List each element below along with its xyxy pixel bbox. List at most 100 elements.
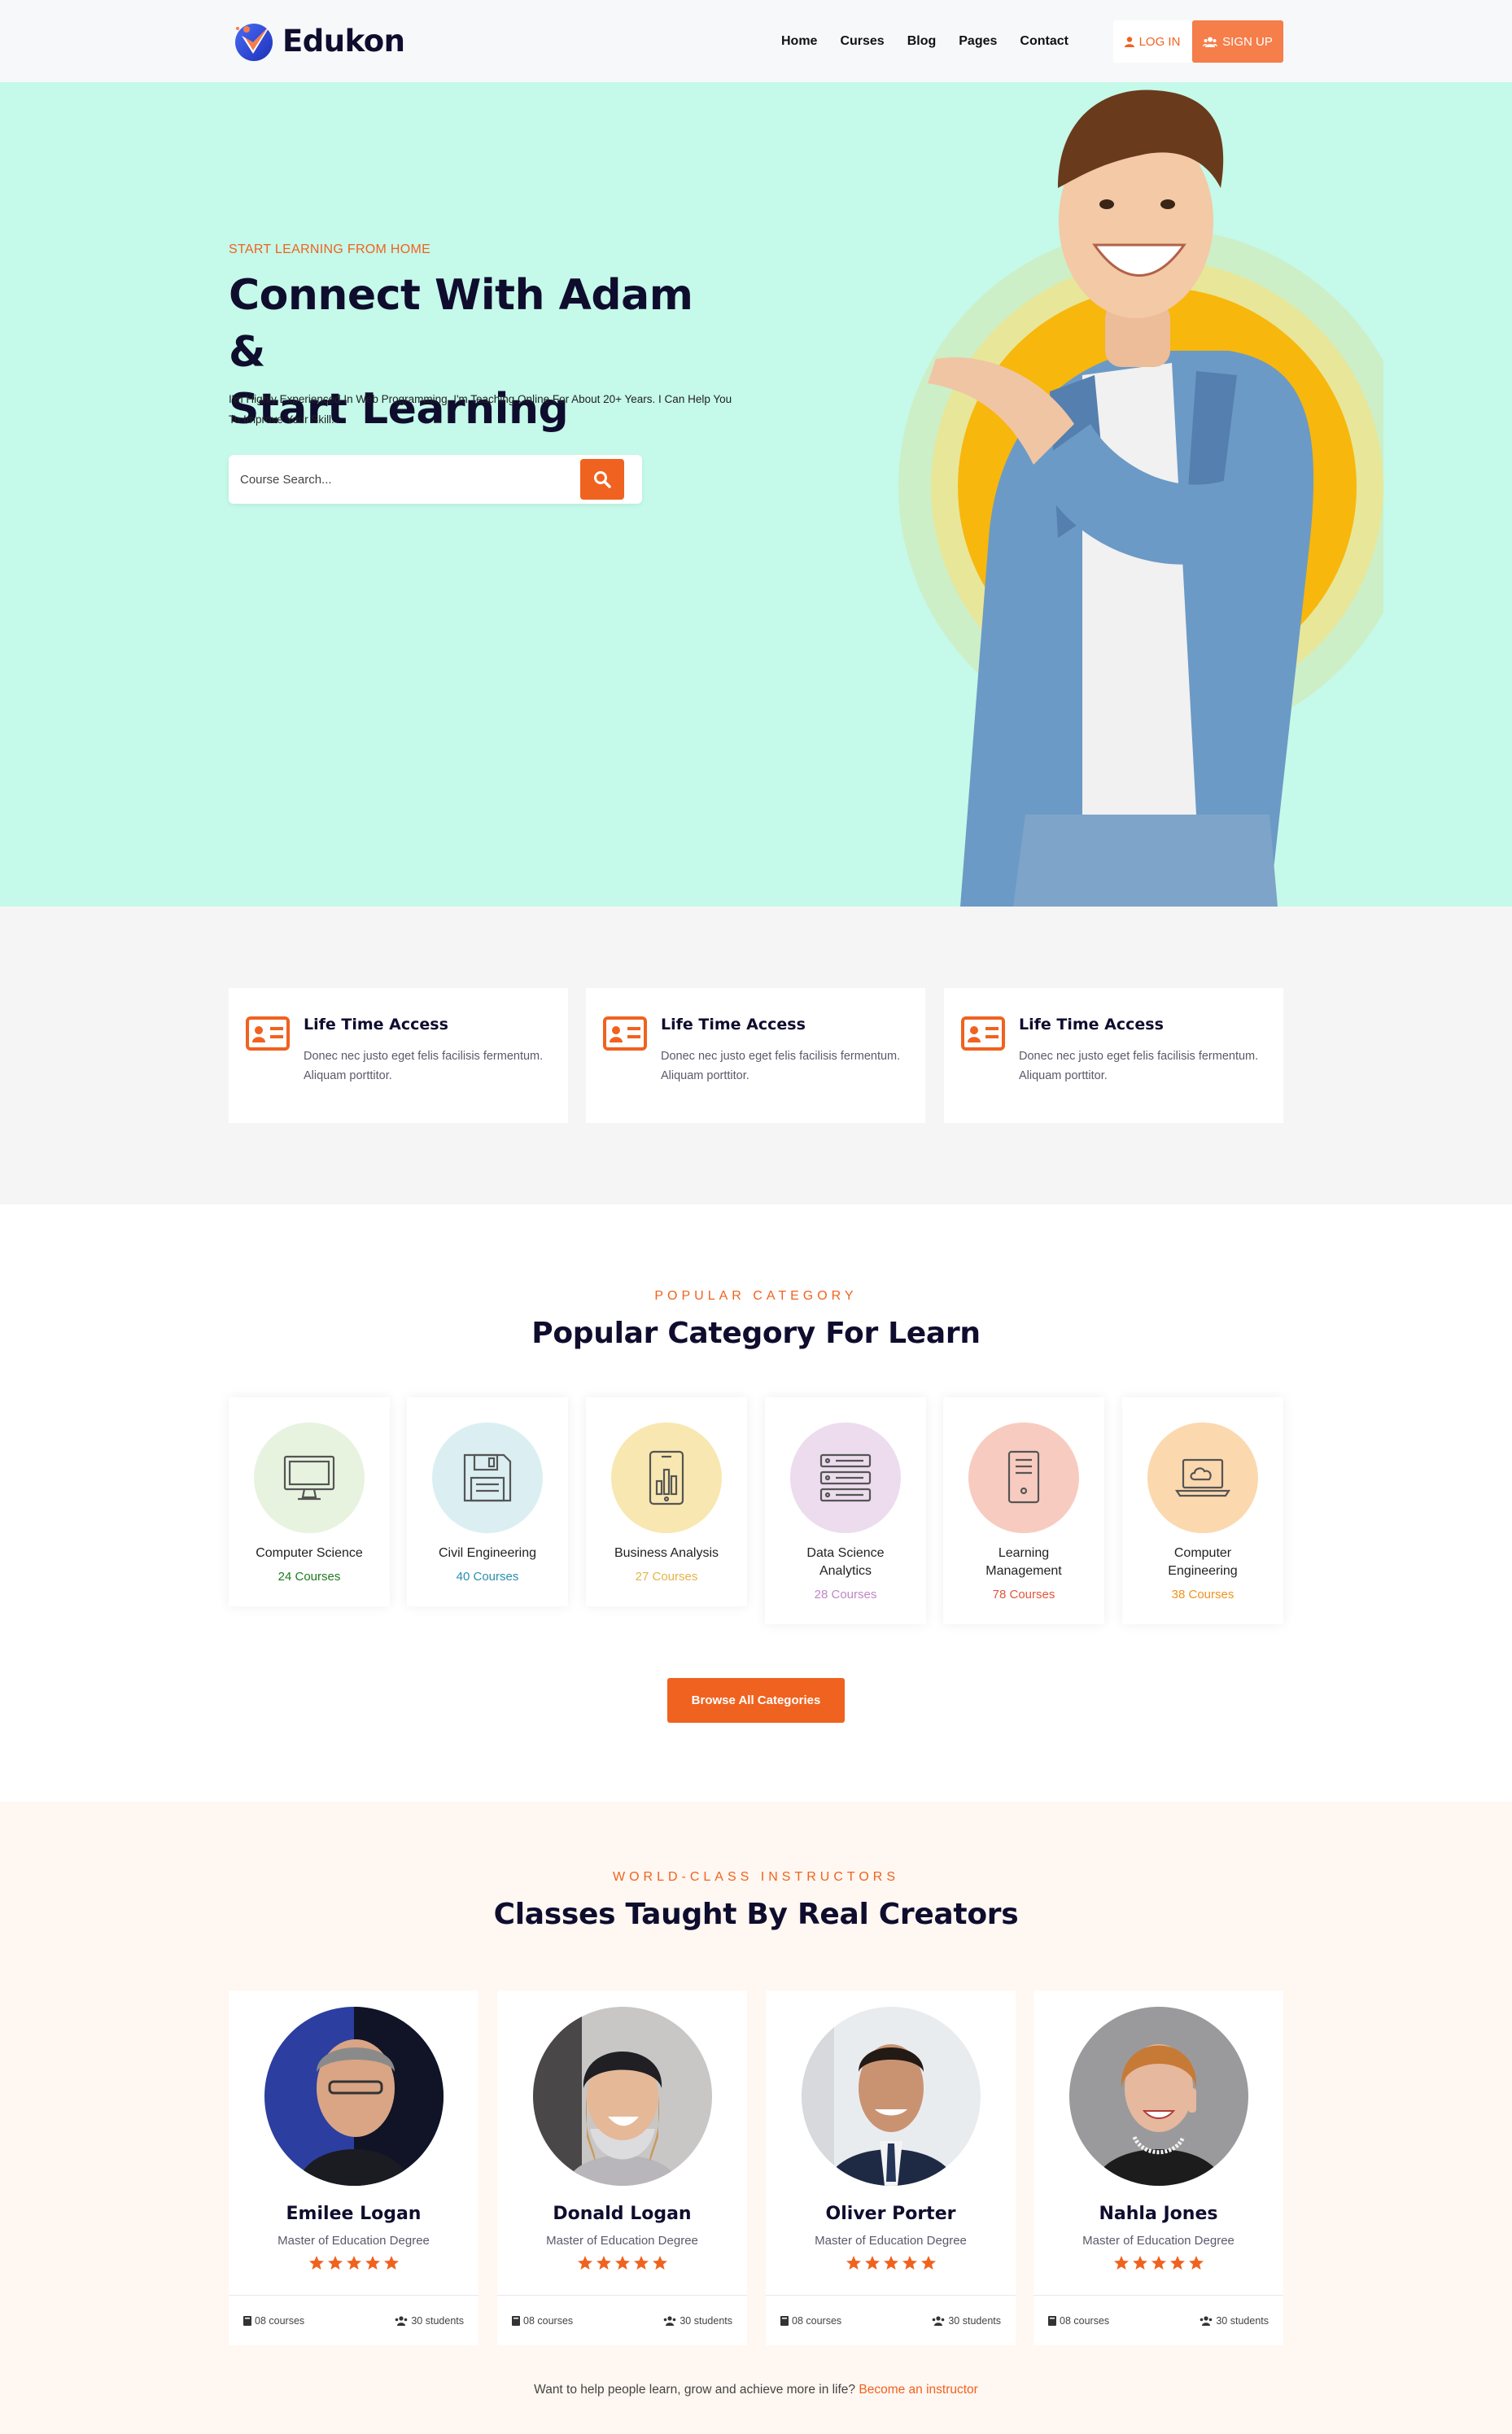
instructor-degree: Master of Education Degree — [815, 2234, 967, 2248]
instructor-card[interactable]: Emilee Logan Master of Education Degree … — [229, 1990, 479, 2345]
star-icon — [327, 2256, 343, 2270]
become-instructor-text: Want to help people learn, grow and achi… — [534, 2383, 856, 2397]
features-section: Life Time Access Donec nec justo eget fe… — [0, 907, 1512, 1204]
floppy-disk-icon — [463, 1453, 512, 1502]
instructor-photo — [532, 2007, 712, 2186]
book-icon — [1048, 2315, 1056, 2326]
star-icon — [383, 2256, 399, 2270]
logo-icon — [235, 24, 273, 61]
login-button[interactable]: LOG IN — [1113, 20, 1191, 63]
star-icon — [633, 2256, 649, 2270]
hero-kicker: START LEARNING FROM HOME — [229, 243, 431, 256]
category-card[interactable]: Computer Engineering 38 Courses — [1122, 1397, 1283, 1624]
users-icon — [933, 2315, 945, 2326]
instructor-portrait-image — [532, 2007, 712, 2186]
instructors-section: WORLD-CLASS INSTRUCTORS Classes Taught B… — [0, 1802, 1512, 2434]
logo[interactable]: Edukon — [229, 18, 405, 63]
pc-tower-icon — [1007, 1450, 1040, 1504]
students-count: 30 students — [932, 2315, 1001, 2327]
become-instructor-link[interactable]: Become an instructor — [859, 2383, 977, 2397]
star-icon — [365, 2256, 380, 2270]
search-input[interactable] — [240, 455, 566, 504]
feature-card: Life Time Access Donec nec justo eget fe… — [229, 988, 568, 1123]
category-icon-circle — [432, 1422, 543, 1533]
instructor-name: Emilee Logan — [286, 2204, 422, 2224]
login-label: LOG IN — [1138, 34, 1181, 49]
category-name: Computer Engineering — [1168, 1546, 1238, 1578]
categories-section: POPULAR CATEGORY Popular Category For Le… — [0, 1204, 1512, 1802]
signup-button[interactable]: SIGN UP — [1192, 20, 1283, 63]
star-icon — [1188, 2256, 1204, 2270]
category-icon-circle — [254, 1422, 365, 1533]
nav-curses[interactable]: Curses — [840, 34, 884, 49]
nav-home[interactable]: Home — [781, 34, 817, 49]
students-count-label: 30 students — [680, 2314, 732, 2327]
category-card[interactable]: Data Science Analytics 28 Courses — [765, 1397, 926, 1624]
instructor-degree: Master of Education Degree — [277, 2234, 430, 2248]
browse-all-categories-button[interactable]: Browse All Categories — [667, 1678, 845, 1723]
courses-count: 08 courses — [1048, 2315, 1109, 2327]
category-name: Learning Management — [985, 1546, 1062, 1578]
id-card-icon — [246, 1016, 290, 1051]
category-count: 24 Courses — [277, 1570, 341, 1584]
category-count: 28 Courses — [814, 1588, 877, 1602]
category-count: 38 Courses — [1171, 1588, 1235, 1602]
logo-text: Edukon — [282, 23, 405, 59]
monitor-icon — [283, 1455, 335, 1501]
hero-description: I'm Highly Experienced In Web Programmin… — [229, 393, 732, 426]
feature-title: Life Time Access — [1019, 1016, 1164, 1033]
category-name: Data Science Analytics — [806, 1546, 885, 1578]
star-icon — [846, 2256, 861, 2270]
feature-card: Life Time Access Donec nec justo eget fe… — [586, 988, 925, 1123]
instructors-title: Classes Taught By Real Creators — [493, 1898, 1019, 1931]
category-card[interactable]: Learning Management 78 Courses — [943, 1397, 1104, 1624]
users-icon — [1200, 2315, 1213, 2326]
star-icon — [596, 2256, 611, 2270]
id-card-icon — [961, 1016, 1005, 1051]
star-icon — [577, 2256, 592, 2270]
category-card[interactable]: Civil Engineering 40 Courses — [407, 1397, 568, 1606]
users-icon — [664, 2315, 676, 2326]
feature-description: Donec nec justo eget felis facilisis fer… — [661, 1050, 901, 1082]
instructor-card[interactable]: Oliver Porter Master of Education Degree… — [766, 1990, 1016, 2345]
instructor-stats: 08 courses 30 students — [766, 2295, 1016, 2345]
book-icon — [512, 2315, 520, 2326]
instructor-portrait-image — [264, 2007, 444, 2186]
user-icon — [1124, 36, 1134, 47]
nav-pages[interactable]: Pages — [959, 34, 997, 49]
instructor-stats: 08 courses 30 students — [497, 2295, 747, 2345]
instructor-name: Oliver Porter — [825, 2204, 956, 2224]
instructor-stats: 08 courses 30 students — [1033, 2295, 1283, 2345]
search-button[interactable] — [580, 459, 624, 500]
category-name: Business Analysis — [614, 1546, 719, 1560]
category-card[interactable]: Business Analysis 27 Courses — [586, 1397, 747, 1606]
instructor-name: Nahla Jones — [1099, 2204, 1218, 2224]
category-icon-circle — [611, 1422, 722, 1533]
category-card[interactable]: Computer Science 24 Courses — [229, 1397, 390, 1606]
become-instructor-line: Want to help people learn, grow and achi… — [0, 2383, 1512, 2397]
book-icon — [243, 2315, 251, 2326]
category-icon-circle — [1147, 1422, 1258, 1533]
star-icon — [1113, 2256, 1129, 2270]
courses-count-label: 08 courses — [792, 2314, 842, 2327]
instructor-card[interactable]: Nahla Jones Master of Education Degree 0… — [1033, 1990, 1283, 2345]
id-card-icon — [603, 1016, 647, 1051]
search-icon — [594, 471, 611, 488]
instructor-photo — [1068, 2007, 1248, 2186]
instructor-card[interactable]: Donald Logan Master of Education Degree … — [497, 1990, 747, 2345]
category-count: 78 Courses — [992, 1588, 1055, 1602]
users-icon — [1203, 37, 1218, 47]
feature-description: Donec nec justo eget felis facilisis fer… — [1019, 1050, 1259, 1082]
course-search — [229, 455, 642, 504]
students-count: 30 students — [1200, 2315, 1269, 2327]
courses-count: 08 courses — [512, 2315, 573, 2327]
courses-count-label: 08 courses — [255, 2314, 305, 2327]
users-icon — [395, 2315, 408, 2326]
category-icon-circle — [790, 1422, 901, 1533]
nav-contact[interactable]: Contact — [1020, 34, 1068, 49]
star-icon — [308, 2256, 324, 2270]
category-icon-circle — [968, 1422, 1079, 1533]
category-count: 27 Courses — [635, 1570, 698, 1584]
star-icon — [614, 2256, 630, 2270]
nav-blog[interactable]: Blog — [907, 34, 937, 49]
